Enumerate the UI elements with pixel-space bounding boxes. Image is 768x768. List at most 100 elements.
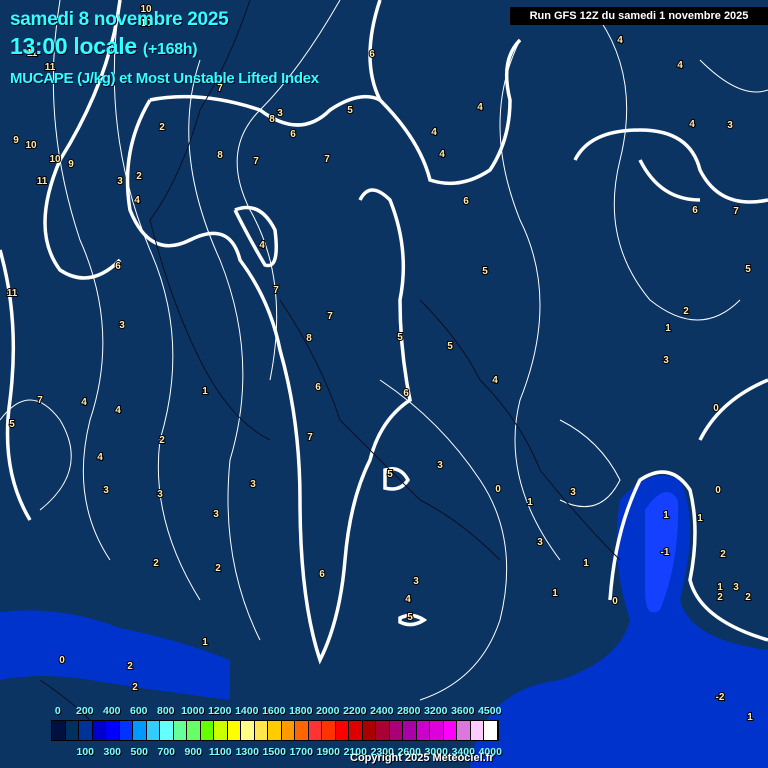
legend-label-top: 3600 <box>451 705 475 717</box>
legend-label-top: 1000 <box>181 705 205 717</box>
contour-label: 2 <box>132 682 138 693</box>
forecast-lead: (+168h) <box>142 41 198 58</box>
contour-label: 2 <box>159 435 165 446</box>
contour-label: 1 <box>747 712 753 723</box>
contour-label: 7 <box>324 154 330 165</box>
legend-swatch <box>457 721 471 740</box>
contour-label: 5 <box>9 419 15 430</box>
contour-label: 5 <box>397 332 403 343</box>
contour-label: 1 <box>697 513 703 524</box>
legend-swatch <box>389 721 403 740</box>
legend-swatch <box>376 721 390 740</box>
contour-label: 3 <box>733 582 739 593</box>
contour-label: 6 <box>115 261 121 272</box>
contour-label: 4 <box>97 452 103 463</box>
legend-swatch <box>403 721 417 740</box>
legend-swatch <box>254 721 268 740</box>
legend-label-top: 2400 <box>370 705 394 717</box>
legend-label-bottom: 1900 <box>316 746 340 758</box>
legend-swatch <box>362 721 376 740</box>
copyright: Copyright 2025 Meteociel.fr <box>350 752 494 764</box>
legend-swatch <box>79 721 93 740</box>
contour-label: 3 <box>663 355 669 366</box>
contour-label: 4 <box>617 35 623 46</box>
contour-label: 2 <box>159 122 165 133</box>
contour-label: 7 <box>273 285 279 296</box>
contour-label: 0 <box>495 484 501 495</box>
contour-label: 3 <box>119 320 125 331</box>
contour-label: 10 <box>49 154 61 165</box>
legend-swatch <box>92 721 106 740</box>
contour-label: 1 <box>527 497 533 508</box>
contour-label: 1 <box>202 637 208 648</box>
contour-label: 6 <box>463 196 469 207</box>
unstable-area-southwest <box>0 610 230 700</box>
legend-label-top: 1400 <box>235 705 259 717</box>
contour-label: 11 <box>37 176 48 187</box>
legend-label-bottom: 1300 <box>235 746 259 758</box>
contour-label: 5 <box>347 105 353 116</box>
color-legend <box>51 720 499 741</box>
legend-swatch <box>160 721 174 740</box>
contour-label: 2 <box>720 549 726 560</box>
contour-label: 5 <box>745 264 751 275</box>
contour-label: 3 <box>570 487 576 498</box>
legend-swatch <box>133 721 147 740</box>
contour-label: 4 <box>134 195 140 206</box>
legend-label-top: 3200 <box>424 705 448 717</box>
legend-label-bottom: 100 <box>76 746 95 758</box>
contour-label: 2 <box>745 592 751 603</box>
contour-label: 6 <box>692 205 698 216</box>
contour-label: 7 <box>307 432 313 443</box>
legend-label-top: 0 <box>54 705 61 717</box>
legend-swatch <box>241 721 255 740</box>
contour-label: 10 <box>25 140 37 151</box>
contour-label: 7 <box>327 311 333 322</box>
contour-label: 1 <box>202 386 208 397</box>
legend-swatch <box>308 721 322 740</box>
legend-swatch <box>416 721 430 740</box>
legend-swatch <box>214 721 228 740</box>
contour-label: 5 <box>407 612 413 623</box>
legend-swatch <box>187 721 201 740</box>
contour-label: 1 <box>552 588 558 599</box>
legend-swatch <box>484 721 498 740</box>
contour-label: 8 <box>269 114 275 125</box>
contour-label: 4 <box>259 240 265 251</box>
contour-label: 2 <box>127 661 133 672</box>
legend-swatch <box>322 721 336 740</box>
legend-label-bottom: 1700 <box>289 746 313 758</box>
contour-label: 6 <box>290 129 296 140</box>
contour-label: 3 <box>213 509 219 520</box>
contour-label: 3 <box>250 479 256 490</box>
forecast-time-value: 13:00 locale <box>10 33 137 59</box>
contour-label: 11 <box>7 288 18 299</box>
contour-label: 4 <box>477 102 483 113</box>
legend-swatch <box>335 721 349 740</box>
contour-label: 2 <box>717 592 723 603</box>
contour-label: 4 <box>81 397 87 408</box>
contour-label: 9 <box>68 159 74 170</box>
legend-swatch <box>173 721 187 740</box>
contour-label: 2 <box>153 558 159 569</box>
contour-label: -1 <box>661 547 670 558</box>
legend-swatch <box>281 721 295 740</box>
legend-swatch <box>119 721 133 740</box>
contour-label: 6 <box>369 49 375 60</box>
legend-swatch <box>349 721 363 740</box>
contour-label: 3 <box>413 576 419 587</box>
contour-label: 0 <box>59 655 65 666</box>
contour-label: 4 <box>439 149 445 160</box>
contour-label: 4 <box>115 405 121 416</box>
legend-label-bottom: 1500 <box>262 746 286 758</box>
forecast-date: samedi 8 novembre 2025 <box>10 9 229 30</box>
contour-label: 3 <box>277 108 283 119</box>
legend-label-bottom: 700 <box>157 746 176 758</box>
contour-label: 4 <box>492 375 498 386</box>
legend-label-top: 400 <box>102 705 121 717</box>
contour-label: 0 <box>713 403 719 414</box>
legend-label-top: 800 <box>156 705 175 717</box>
contour-label: 6 <box>403 388 409 399</box>
contour-label: 2 <box>136 171 142 182</box>
contour-label: 5 <box>387 469 393 480</box>
